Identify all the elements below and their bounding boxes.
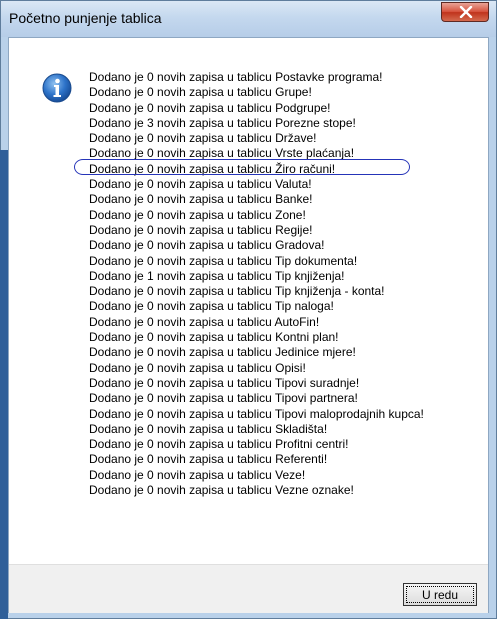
message-line: Dodano je 0 novih zapisa u tablicu Grupe…	[89, 85, 312, 100]
title-bar[interactable]: Početno punjenje tablica	[1, 1, 496, 37]
message-line: Dodano je 0 novih zapisa u tablicu Regij…	[89, 222, 313, 237]
close-icon	[459, 6, 473, 18]
highlight-ellipse	[74, 159, 410, 175]
dialog-content: Dodano je 0 novih zapisa u tablicu Posta…	[8, 37, 489, 613]
close-button[interactable]	[441, 2, 489, 22]
message-line: Dodano je 0 novih zapisa u tablicu Refer…	[89, 452, 328, 467]
info-icon	[42, 73, 72, 103]
window-title: Početno punjenje tablica	[9, 10, 162, 26]
message-line: Dodano je 0 novih zapisa u tablicu Banke…	[89, 192, 313, 207]
background-scrollbar	[0, 150, 8, 619]
message-line: Dodano je 0 novih zapisa u tablicu Jedin…	[89, 345, 356, 360]
message-line: Dodano je 0 novih zapisa u tablicu Grado…	[89, 238, 325, 253]
message-line: Dodano je 0 novih zapisa u tablicu Tip n…	[89, 299, 334, 314]
dialog-window: Početno punjenje tablica Dodano je 0 nov…	[0, 0, 497, 619]
message-line: Dodano je 0 novih zapisa u tablicu Tipov…	[89, 391, 358, 406]
message-line: Dodano je 0 novih zapisa u tablicu Sklad…	[89, 421, 328, 436]
message-line: Dodano je 0 novih zapisa u tablicu Tipov…	[89, 406, 424, 421]
message-line: Dodano je 0 novih zapisa u tablicu Kontn…	[89, 330, 339, 345]
message-line: Dodano je 0 novih zapisa u tablicu Valut…	[89, 177, 312, 192]
message-line: Dodano je 0 novih zapisa u tablicu Tip d…	[89, 253, 358, 268]
message-line: Dodano je 0 novih zapisa u tablicu Držav…	[89, 131, 317, 146]
message-line: Dodano je 0 novih zapisa u tablicu Zone!	[89, 207, 306, 222]
message-line: Dodano je 0 novih zapisa u tablicu Vezne…	[89, 483, 354, 498]
message-line: Dodano je 3 novih zapisa u tablicu Porez…	[89, 115, 356, 130]
message-line: Dodano je 0 novih zapisa u tablicu Tipov…	[89, 375, 360, 390]
message-line: Dodano je 0 novih zapisa u tablicu Posta…	[89, 70, 383, 84]
message-line: Dodano je 0 novih zapisa u tablicu Profi…	[89, 437, 349, 452]
message-line: Dodano je 0 novih zapisa u tablicu Tip k…	[89, 284, 385, 299]
ok-button[interactable]: U redu	[403, 583, 477, 606]
message-line: Dodano je 0 novih zapisa u tablicu Opisi…	[89, 360, 306, 375]
message-line: Dodano je 0 novih zapisa u tablicu Veze!	[89, 467, 306, 482]
message-list: Dodano je 0 novih zapisa u tablicu Posta…	[89, 70, 489, 498]
message-line: Dodano je 0 novih zapisa u tablicu Podgr…	[89, 100, 331, 115]
message-line: Dodano je 1 novih zapisa u tablicu Tip k…	[89, 268, 345, 283]
message-line: Dodano je 0 novih zapisa u tablicu AutoF…	[89, 314, 320, 329]
